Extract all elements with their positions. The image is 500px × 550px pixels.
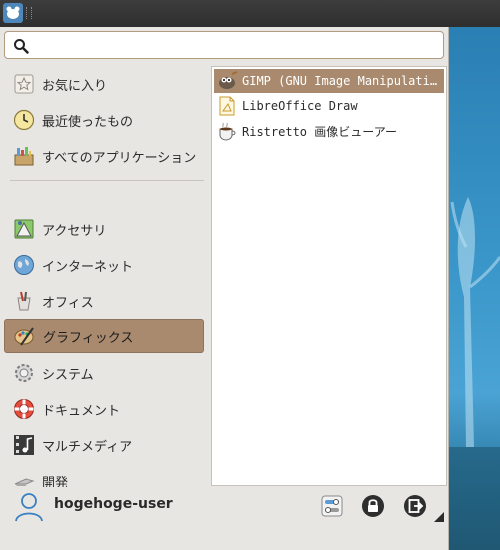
category-list: お気に入り 最近使ったもの すべてのアプリケーション アクセサリ インターネット… [0, 67, 210, 487]
category-office[interactable]: オフィス [4, 284, 204, 318]
category-documents[interactable]: ドキュメント [4, 392, 204, 426]
recent-clock-icon [13, 109, 35, 131]
category-accessories[interactable]: アクセサリ [4, 212, 204, 246]
multimedia-icon [14, 435, 34, 455]
username: hogehoge-user [54, 496, 173, 512]
category-label: マルチメディア [42, 439, 133, 455]
lock-screen-button[interactable] [361, 494, 385, 518]
globe-icon [14, 255, 34, 275]
accessories-icon [14, 219, 34, 239]
category-label: アクセサリ [42, 223, 107, 239]
category-label: システム [42, 367, 94, 383]
app-label: GIMP (GNU Image Manipulatio… [242, 74, 444, 88]
app-label: Ristretto 画像ビューアー [242, 124, 398, 139]
category-label: すべてのアプリケーション [42, 150, 197, 166]
resize-grip-icon[interactable] [434, 512, 444, 522]
settings-manager-button[interactable] [320, 494, 344, 518]
help-lifebuoy-icon [14, 399, 34, 419]
category-label: オフィス [42, 295, 94, 311]
favorites-icon [14, 74, 34, 94]
development-icon [14, 478, 35, 486]
category-graphics[interactable]: グラフィックス [4, 319, 204, 353]
category-favorites[interactable]: お気に入り [4, 67, 204, 101]
logout-icon [404, 495, 426, 517]
lock-icon [362, 495, 384, 517]
category-internet[interactable]: インターネット [4, 248, 204, 282]
whisker-menu-button[interactable] [3, 3, 23, 23]
gimp-icon [219, 71, 238, 89]
category-development[interactable]: 開発 [4, 464, 204, 487]
category-separator [10, 180, 204, 181]
graphics-palette-icon [14, 327, 34, 346]
libreoffice-draw-icon [219, 96, 235, 116]
application-menu: お気に入り 最近使ったもの すべてのアプリケーション アクセサリ インターネット… [0, 27, 449, 550]
category-label: 開発 [42, 475, 69, 488]
xfce-mouse-icon [6, 6, 20, 19]
application-list: GIMP (GNU Image Manipulatio… LibreOffice… [211, 66, 447, 486]
settings-toggle-icon [321, 495, 343, 517]
category-recent[interactable]: 最近使ったもの [4, 103, 204, 137]
top-panel [0, 0, 500, 27]
category-label: お気に入り [42, 78, 108, 94]
system-gear-icon [15, 364, 33, 382]
all-apps-icon [14, 147, 34, 166]
search-input[interactable] [35, 35, 439, 57]
menu-footer: hogehoge-user [0, 486, 448, 550]
app-gimp[interactable]: GIMP (GNU Image Manipulatio… [214, 69, 444, 93]
category-all-apps[interactable]: すべてのアプリケーション [4, 139, 204, 173]
category-system[interactable]: システム [4, 356, 204, 390]
search-icon [14, 39, 29, 54]
desktop-wallpaper [448, 27, 500, 550]
category-label: ドキュメント [42, 403, 121, 419]
log-out-button[interactable] [403, 494, 427, 518]
category-label: 最近使ったもの [42, 114, 134, 130]
ristretto-icon [219, 122, 236, 141]
category-multimedia[interactable]: マルチメディア [4, 428, 204, 462]
panel-separator [26, 7, 32, 19]
search-box[interactable] [4, 31, 444, 59]
user-avatar-icon [15, 493, 43, 522]
category-label: インターネット [42, 259, 134, 275]
app-label: LibreOffice Draw [242, 99, 358, 113]
office-icon [17, 291, 31, 311]
app-ristretto[interactable]: Ristretto 画像ビューアー [214, 119, 444, 143]
app-libreoffice-draw[interactable]: LibreOffice Draw [214, 94, 444, 118]
category-label: グラフィックス [43, 330, 134, 346]
